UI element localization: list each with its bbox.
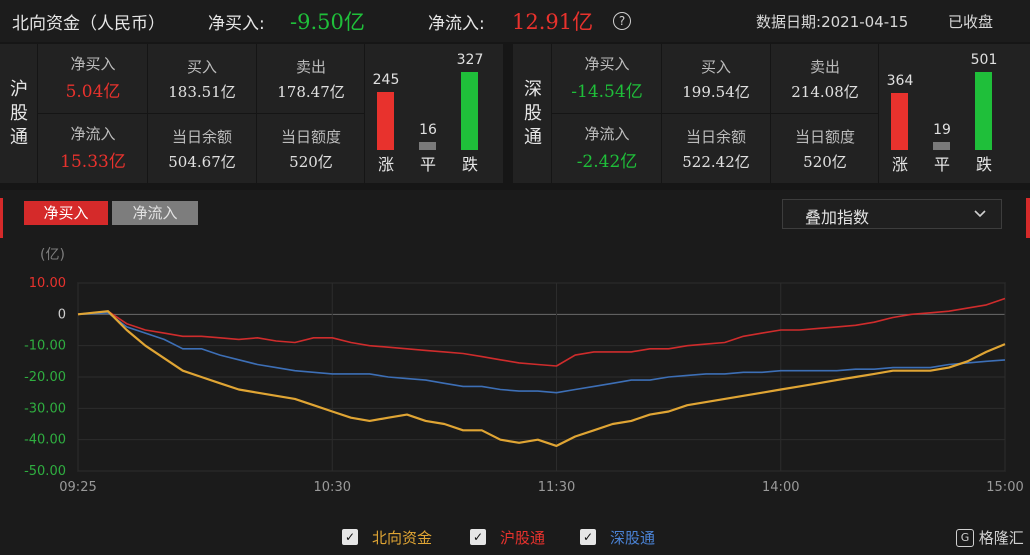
sh-down-bar [461, 72, 478, 150]
sz-net-buy-label: 净买入 [584, 55, 630, 73]
sz-flat-label: 平 [933, 155, 950, 174]
sz-up-bar [891, 93, 908, 150]
sz-connect-line [77, 312, 1006, 394]
sz-balance-value: 522.42亿 [682, 153, 750, 171]
divider [37, 113, 364, 114]
tab-net-buy[interactable]: 净买入 [24, 201, 108, 225]
divider [551, 113, 878, 114]
sz-sell-label: 卖出 [809, 58, 840, 76]
x-tick-label: 10:30 [314, 480, 351, 495]
legend-label-northbound: 北向资金 [372, 529, 433, 547]
sh-flat-count: 16 [419, 122, 437, 138]
market-status: 已收盘 [948, 13, 994, 31]
sh-balance-value: 504.67亿 [168, 153, 236, 171]
sz-buy-value: 199.54亿 [682, 83, 750, 101]
legend-label-sh: 沪股通 [500, 529, 546, 547]
sh-net-buy-value: 5.04亿 [65, 82, 121, 102]
y-tick-label: 10.00 [29, 276, 66, 291]
sh-up-label: 涨 [377, 155, 394, 174]
y-tick-label: -40.00 [24, 433, 66, 448]
sh-flat-label: 平 [419, 155, 436, 174]
sh-net-buy-label: 净买入 [70, 55, 116, 73]
sz-net-inflow-value: -2.42亿 [576, 152, 638, 172]
sh-sell-label: 卖出 [295, 58, 326, 76]
legend-label-sz: 深股通 [610, 529, 656, 547]
sh-buy-label: 买入 [186, 58, 217, 76]
y-tick-label: -10.00 [24, 339, 66, 354]
x-tick-label: 09:25 [59, 480, 96, 495]
tab-net-inflow[interactable]: 净流入 [112, 201, 198, 225]
overlay-index-dropdown[interactable]: 叠加指数 [782, 199, 1002, 229]
net-inflow-label: 净流入: [428, 14, 485, 34]
sh-up-bar [377, 91, 394, 150]
data-date: 数据日期:2021-04-15 [756, 11, 908, 32]
sh-quota-value: 520亿 [289, 153, 333, 171]
sh-buy-value: 183.51亿 [168, 83, 236, 101]
sz-up-label: 涨 [891, 155, 908, 174]
sh-name-char: 沪 [10, 79, 28, 100]
sz-balance-label: 当日余额 [685, 128, 746, 146]
sz-flat-count: 19 [933, 122, 951, 138]
sz-down-count: 501 [970, 52, 998, 68]
logo: G 格隆汇 [956, 527, 1024, 548]
sz-buy-label: 买入 [700, 58, 731, 76]
sz-net-inflow-label: 净流入 [584, 125, 630, 143]
sz-name-char: 深 [524, 79, 542, 100]
sz-name-char: 通 [524, 127, 542, 148]
sz-name-char: 股 [524, 103, 542, 124]
y-tick-label: 0 [58, 307, 66, 322]
sz-net-buy-value: -14.54亿 [571, 82, 643, 102]
sh-balance-label: 当日余额 [171, 128, 232, 146]
sz-quota-value: 520亿 [803, 153, 847, 171]
northbound-flow-chart: 10.00 0 -10.00 -20.00 -30.00 -40.00 -50.0009:2… [24, 276, 1024, 495]
y-tick-label: -50.00 [24, 464, 66, 479]
logo-icon: G [956, 528, 974, 547]
sh-name-char: 股 [10, 103, 28, 124]
northbound-line [77, 310, 1006, 447]
logo-text: 格隆汇 [978, 529, 1024, 547]
x-tick-label: 11:30 [538, 480, 575, 495]
sh-sell-value: 178.47亿 [277, 83, 345, 101]
sh-quota-label: 当日额度 [280, 128, 341, 146]
sz-down-bar [975, 72, 992, 150]
sh-name-char: 通 [10, 127, 28, 148]
x-tick-label: 15:00 [986, 480, 1023, 495]
y-tick-label: -30.00 [24, 401, 66, 416]
sz-sell-value: 214.08亿 [791, 83, 859, 101]
checkbox-icon: ✓ [470, 529, 486, 545]
data-date-value: 2021-04-15 [821, 13, 909, 31]
data-date-label: 数据日期: [756, 13, 822, 31]
x-tick-label: 14:00 [762, 480, 799, 495]
sh-connect-line [77, 297, 1006, 367]
checkbox-icon: ✓ [342, 529, 358, 545]
sh-up-count: 245 [372, 71, 400, 88]
dropdown-label: 叠加指数 [805, 208, 870, 227]
net-buy-value: -9.50亿 [290, 10, 365, 34]
net-buy-label: 净买入: [208, 14, 265, 34]
panel-accent [1026, 198, 1030, 238]
sh-net-inflow-label: 净流入 [70, 125, 116, 143]
sz-quota-label: 当日额度 [794, 128, 855, 146]
y-tick-label: -20.00 [24, 370, 66, 385]
sh-flat-bar [419, 142, 436, 150]
page-title: 北向资金（人民币） [12, 14, 165, 34]
sz-connect-name: 深 股 通 [522, 78, 544, 150]
help-icon[interactable]: ? [613, 12, 631, 30]
panel-accent [0, 198, 3, 238]
sh-net-inflow-value: 15.33亿 [60, 152, 126, 172]
sh-down-label: 跌 [461, 155, 478, 174]
sz-down-label: 跌 [975, 155, 992, 174]
checkbox-icon: ✓ [580, 529, 596, 545]
sz-up-count: 364 [886, 73, 914, 90]
sh-down-count: 327 [456, 52, 484, 68]
sh-connect-name: 沪 股 通 [8, 78, 30, 150]
net-inflow-value: 12.91亿 [512, 10, 594, 34]
sz-flat-bar [933, 142, 950, 150]
chevron-down-icon [974, 210, 986, 218]
